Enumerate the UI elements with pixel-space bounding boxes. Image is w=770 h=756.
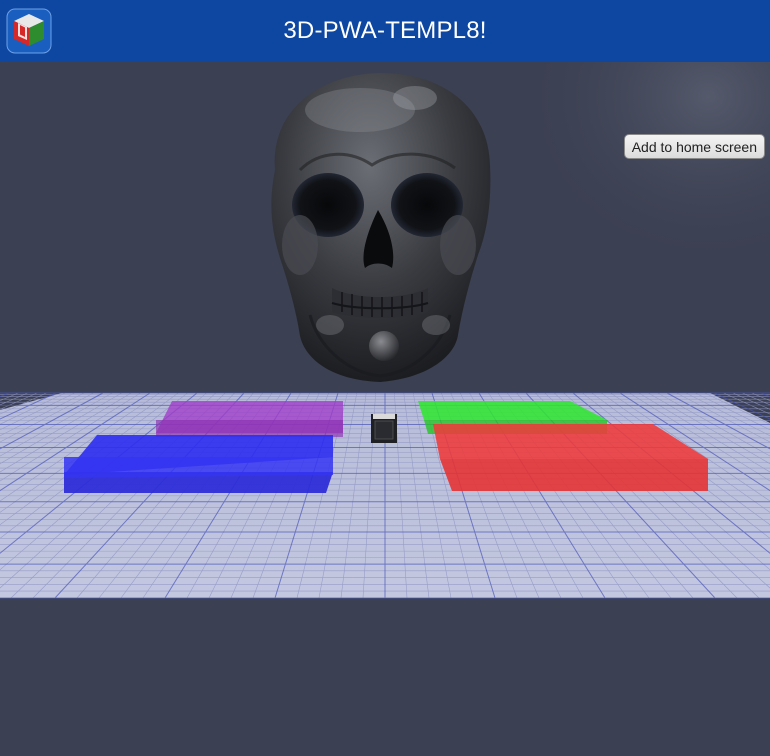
purple-pad [156,401,343,437]
blue-pad [64,435,333,493]
cube-logo-icon[interactable] [6,8,52,54]
3d-viewport[interactable]: Add to home screen [0,62,770,756]
app-title: 3D-PWA-TEMPL8! [283,17,487,44]
add-to-home-screen-button[interactable]: Add to home screen [623,134,765,159]
sphere-model[interactable] [369,331,399,361]
app-header: 3D-PWA-TEMPL8! [0,0,770,62]
red-pad [433,424,708,491]
center-cube[interactable] [371,414,397,443]
scene-canvas[interactable] [0,62,770,756]
